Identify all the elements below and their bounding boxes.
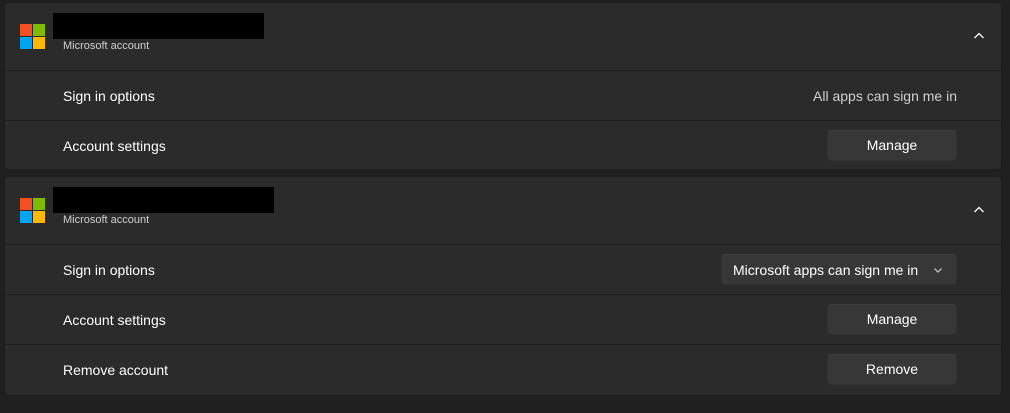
account-header-1[interactable]: Microsoft account [5, 3, 1001, 71]
remove-account-label: Remove account [63, 362, 169, 378]
sign-in-options-selected: Microsoft apps can sign me in [733, 262, 919, 278]
chevron-up-icon[interactable] [973, 204, 985, 216]
account-type-label: Microsoft account [63, 40, 150, 52]
account-settings-row: Account settings Manage [5, 295, 1001, 345]
sign-in-options-row: Sign in options Microsoft apps can sign … [5, 245, 1001, 295]
redacted-account-name [53, 13, 264, 39]
manage-button[interactable]: Manage [827, 304, 957, 335]
remove-button[interactable]: Remove [827, 354, 957, 385]
account-settings-label: Account settings [63, 138, 166, 154]
microsoft-logo-icon [20, 24, 45, 49]
sign-in-options-label: Sign in options [63, 262, 155, 278]
manage-button[interactable]: Manage [827, 130, 957, 161]
chevron-up-icon[interactable] [973, 30, 985, 42]
account-settings-row: Account settings Manage [5, 121, 1001, 171]
account-type-label: Microsoft account [63, 214, 150, 226]
sign-in-options-value: All apps can sign me in [813, 88, 957, 104]
chevron-down-icon [934, 268, 942, 273]
sign-in-options-row: Sign in options All apps can sign me in [5, 71, 1001, 121]
sign-in-options-label: Sign in options [63, 88, 155, 104]
account-header-2[interactable]: Microsoft account [5, 177, 1001, 245]
microsoft-logo-icon [20, 198, 45, 223]
sign-in-options-dropdown[interactable]: Microsoft apps can sign me in [721, 254, 957, 285]
remove-account-row: Remove account Remove [5, 345, 1001, 395]
redacted-account-name [53, 187, 274, 213]
account-card-2: Microsoft account Sign in options Micros… [4, 176, 1002, 396]
account-card-1: Microsoft account Sign in options All ap… [4, 2, 1002, 170]
account-settings-label: Account settings [63, 312, 166, 328]
